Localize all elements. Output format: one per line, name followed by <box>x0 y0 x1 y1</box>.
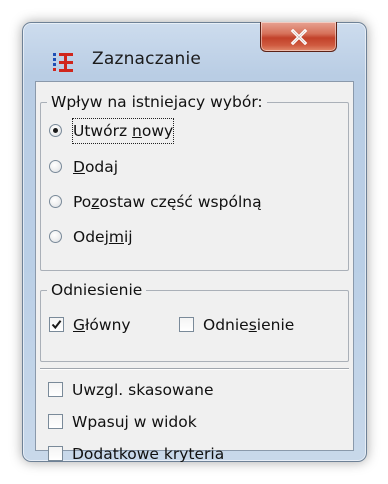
screen: Zaznaczanie Wpływ na istniejacy wybór: U… <box>0 0 388 484</box>
checkbox-box <box>48 414 63 429</box>
radio-indicator <box>49 195 62 208</box>
title-bar[interactable]: Zaznaczanie <box>23 22 366 81</box>
checkbox-main-label: Główny <box>73 316 131 334</box>
close-icon <box>290 29 308 45</box>
selection-mode-group-label: Wpływ na istniejacy wybór: <box>47 91 267 113</box>
checkmark-icon <box>51 320 62 330</box>
radio-create-new-label: Utwórz nowy <box>71 118 175 144</box>
radio-add-label: Dodaj <box>73 158 119 176</box>
close-button[interactable] <box>260 22 337 52</box>
checkbox-box <box>49 317 64 332</box>
dialog-body: Wpływ na istniejacy wybór: Utwórz nowy D… <box>35 81 354 463</box>
radio-indicator <box>49 230 62 243</box>
checkbox-extra-criteria-label: Dodatkowe kryteria <box>72 445 225 463</box>
selection-mode-group: Wpływ na istniejacy wybór: Utwórz nowy D… <box>40 91 349 271</box>
checkbox-box <box>48 382 63 397</box>
radio-indicator <box>49 160 62 173</box>
checkbox-include-deleted-label: Uwzgl. skasowane <box>72 381 214 399</box>
radio-intersect-label: Pozostaw część wspólną <box>73 193 262 211</box>
reference-group: Odniesienie Główny Odniesienie <box>40 279 349 362</box>
checkbox-fit-view-label: Wpasuj w widok <box>72 413 197 431</box>
separator <box>40 368 349 370</box>
radio-subtract-label: Odejmij <box>73 228 133 246</box>
checkbox-main[interactable]: Główny <box>49 313 179 337</box>
reference-group-label: Odniesienie <box>47 279 147 301</box>
radio-indicator <box>49 124 62 137</box>
selection-app-icon <box>52 52 74 74</box>
checkbox-reference-label: Odniesienie <box>203 316 295 334</box>
checkbox-box <box>48 446 63 461</box>
selection-dialog: Zaznaczanie Wpływ na istniejacy wybór: U… <box>22 22 367 463</box>
window-title: Zaznaczanie <box>92 49 202 69</box>
radio-selected-dot <box>53 128 58 133</box>
checkbox-box <box>179 317 194 332</box>
